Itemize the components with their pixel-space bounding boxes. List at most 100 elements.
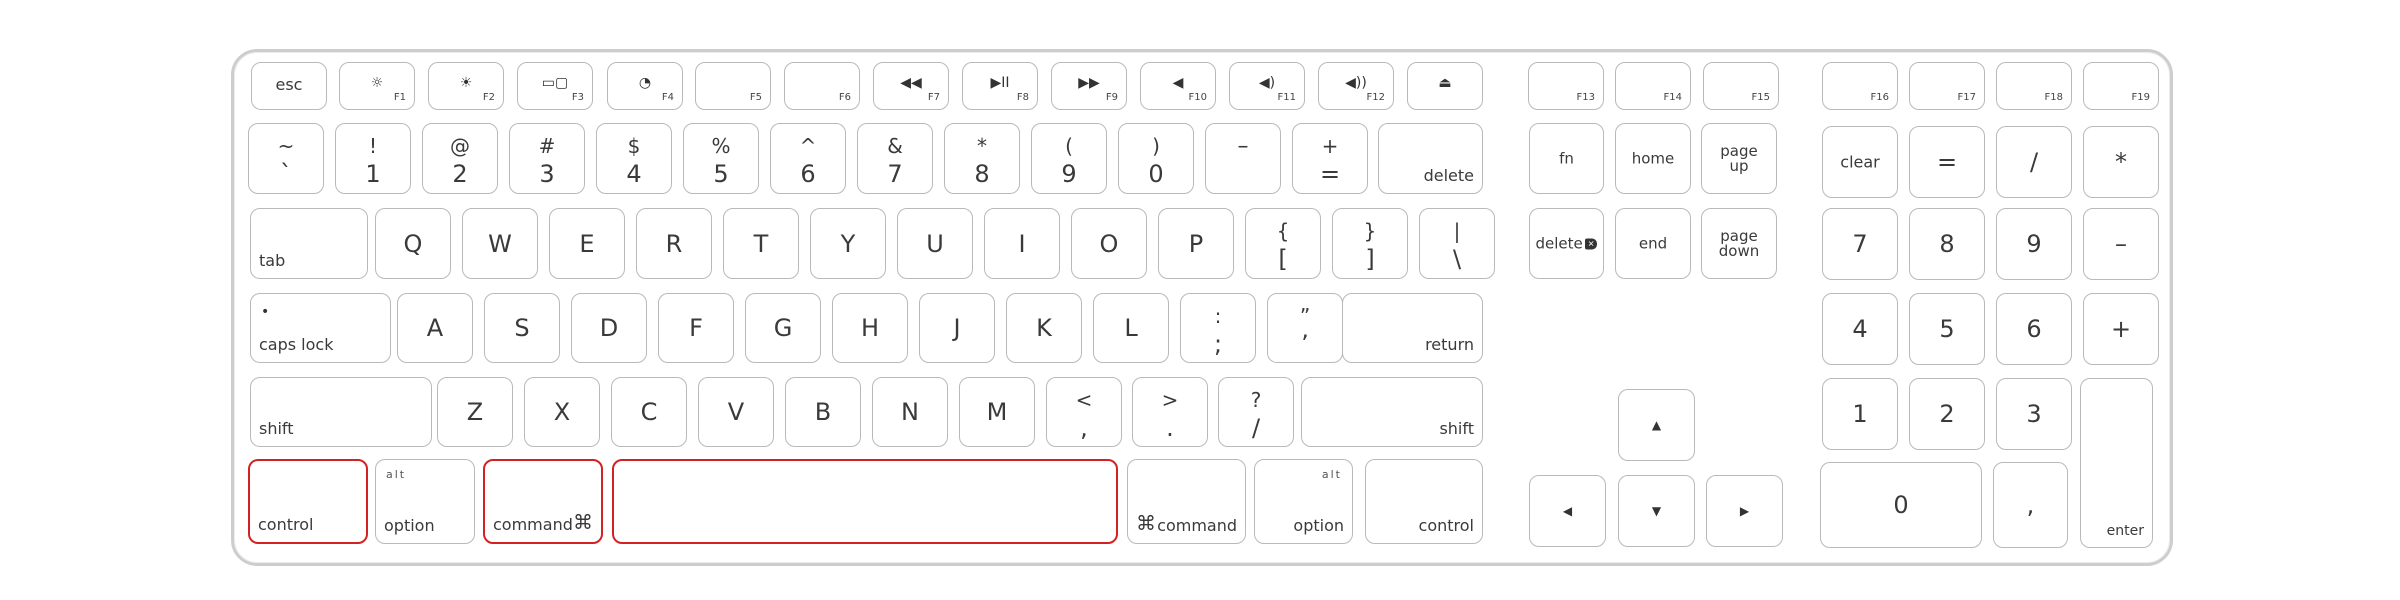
key-bracket-2[interactable]: | \	[1419, 208, 1495, 279]
forward-delete-key[interactable]: delete ✕	[1529, 208, 1604, 279]
key-bracket-1[interactable]: }]	[1332, 208, 1408, 279]
page-up-key[interactable]: page up	[1701, 123, 1777, 194]
key-f6[interactable]: F6	[784, 62, 860, 110]
key-v[interactable]: V	[698, 377, 774, 447]
key-z[interactable]: Z	[437, 377, 513, 447]
key-g[interactable]: G	[745, 293, 821, 363]
numpad-key-0-1[interactable]: =	[1909, 126, 1985, 198]
left-command-key[interactable]: command ⌘	[483, 459, 603, 544]
key-number-11[interactable]: –	[1205, 123, 1281, 194]
key-bottom-punct-2[interactable]: ? /	[1218, 377, 1294, 447]
key-f14[interactable]: F14	[1615, 62, 1691, 110]
key-c[interactable]: C	[611, 377, 687, 447]
key-r[interactable]: R	[636, 208, 712, 279]
key-j[interactable]: J	[919, 293, 995, 363]
numpad-key-3-0[interactable]: 1	[1822, 378, 1898, 450]
key-number-6[interactable]: ^ 6	[770, 123, 846, 194]
key-number-5[interactable]: % 5	[683, 123, 759, 194]
numpad-key-2-0[interactable]: 4	[1822, 293, 1898, 365]
numpad-key-3-1[interactable]: 2	[1909, 378, 1985, 450]
key-e[interactable]: E	[549, 208, 625, 279]
key-number-9[interactable]: (9	[1031, 123, 1107, 194]
caps-lock-key[interactable]: • caps lock	[250, 293, 391, 363]
numpad-key-2-2[interactable]: 6	[1996, 293, 2072, 365]
key-d[interactable]: D	[571, 293, 647, 363]
arrow-up-key[interactable]: ▲	[1618, 389, 1695, 461]
right-shift-key[interactable]: shift	[1301, 377, 1483, 447]
key-f3[interactable]: ▭▢ F3	[517, 62, 593, 110]
key-m[interactable]: M	[959, 377, 1035, 447]
arrow-right-key[interactable]: ▶	[1706, 475, 1783, 547]
tab-key[interactable]: tab	[250, 208, 368, 279]
arrow-left-key[interactable]: ◀	[1529, 475, 1606, 547]
key-number-7[interactable]: & 7	[857, 123, 933, 194]
page-down-key[interactable]: page down	[1701, 208, 1777, 279]
key-h[interactable]: H	[832, 293, 908, 363]
key-number-1[interactable]: ! 1	[335, 123, 411, 194]
right-option-key[interactable]: alt option	[1254, 459, 1353, 544]
key-f17[interactable]: F17	[1909, 62, 1985, 110]
key-i[interactable]: I	[984, 208, 1060, 279]
key-w[interactable]: W	[462, 208, 538, 279]
key-a[interactable]: A	[397, 293, 473, 363]
key-f13[interactable]: F13	[1528, 62, 1604, 110]
fn-key[interactable]: fn	[1529, 123, 1604, 194]
key-number-4[interactable]: $4	[596, 123, 672, 194]
key-f18[interactable]: F18	[1996, 62, 2072, 110]
key-f11[interactable]: ◀) F11	[1229, 62, 1305, 110]
key-f19[interactable]: F19	[2083, 62, 2159, 110]
numpad-key-0-2[interactable]: /	[1996, 126, 2072, 198]
right-command-key[interactable]: ⌘ command	[1127, 459, 1246, 544]
home-key[interactable]: home	[1615, 123, 1691, 194]
key-home-punct-0[interactable]: :;	[1180, 293, 1256, 363]
key-number-8[interactable]: * 8	[944, 123, 1020, 194]
key-home-punct-1[interactable]: ”’	[1267, 293, 1343, 363]
numpad-zero-key[interactable]: 0	[1820, 462, 1982, 548]
key-number-10[interactable]: ) 0	[1118, 123, 1194, 194]
key-p[interactable]: P	[1158, 208, 1234, 279]
key-f5[interactable]: F5	[695, 62, 771, 110]
esc-key[interactable]: esc	[251, 62, 327, 110]
numpad-key-2-3[interactable]: +	[2083, 293, 2159, 365]
key-bottom-punct-1[interactable]: >.	[1132, 377, 1208, 447]
key-f15[interactable]: F15	[1703, 62, 1779, 110]
numpad-key-1-2[interactable]: 9	[1996, 208, 2072, 280]
key-n[interactable]: N	[872, 377, 948, 447]
return-key[interactable]: return	[1342, 293, 1483, 363]
key-f4[interactable]: ◔ F4	[607, 62, 683, 110]
key-f16[interactable]: F16	[1822, 62, 1898, 110]
delete-key[interactable]: delete	[1378, 123, 1483, 194]
numpad-key-1-1[interactable]: 8	[1909, 208, 1985, 280]
key-x[interactable]: X	[524, 377, 600, 447]
space-bar[interactable]	[612, 459, 1118, 544]
key-f10[interactable]: ◀ F10	[1140, 62, 1216, 110]
key-number-3[interactable]: #3	[509, 123, 585, 194]
numpad-key-2-1[interactable]: 5	[1909, 293, 1985, 365]
key-k[interactable]: K	[1006, 293, 1082, 363]
eject-key[interactable]: ⏏	[1407, 62, 1483, 110]
key-bottom-punct-0[interactable]: <,	[1046, 377, 1122, 447]
numpad-key-1-0[interactable]: 7	[1822, 208, 1898, 280]
key-f1[interactable]: ☼ F1	[339, 62, 415, 110]
numpad-key-0-0[interactable]: clear	[1822, 126, 1898, 198]
key-u[interactable]: U	[897, 208, 973, 279]
key-number-2[interactable]: @2	[422, 123, 498, 194]
key-o[interactable]: O	[1071, 208, 1147, 279]
key-f9[interactable]: ▶▶ F9	[1051, 62, 1127, 110]
key-number-0[interactable]: ~ `	[248, 123, 324, 194]
left-control-key[interactable]: control	[248, 459, 368, 544]
key-l[interactable]: L	[1093, 293, 1169, 363]
left-shift-key[interactable]: shift	[250, 377, 432, 447]
key-bracket-0[interactable]: {[	[1245, 208, 1321, 279]
left-option-key[interactable]: alt option	[375, 459, 475, 544]
key-t[interactable]: T	[723, 208, 799, 279]
key-s[interactable]: S	[484, 293, 560, 363]
key-q[interactable]: Q	[375, 208, 451, 279]
key-f7[interactable]: ◀◀ F7	[873, 62, 949, 110]
key-b[interactable]: B	[785, 377, 861, 447]
key-y[interactable]: Y	[810, 208, 886, 279]
key-number-12[interactable]: + =	[1292, 123, 1368, 194]
numpad-enter-key[interactable]: enter	[2080, 378, 2153, 548]
end-key[interactable]: end	[1615, 208, 1691, 279]
numpad-decimal-key[interactable]: ,	[1993, 462, 2068, 548]
